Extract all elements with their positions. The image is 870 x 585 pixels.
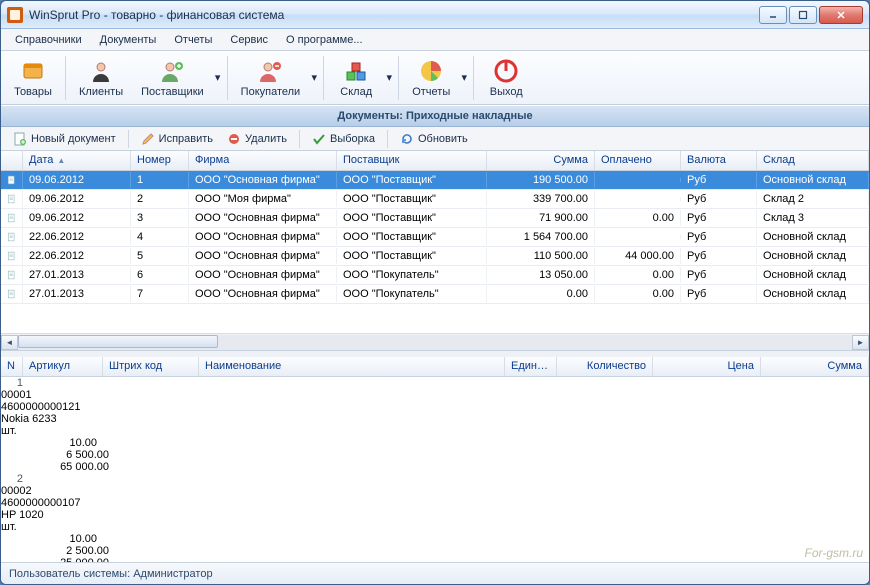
toolbar-goods[interactable]: Товары [5,53,61,103]
section-header: Документы: Приходные накладные [1,105,869,127]
maximize-button[interactable] [789,6,817,24]
dcol-qty[interactable]: Количество [557,357,653,376]
box-icon [20,58,46,84]
titlebar: WinSprut Pro - товарно - финансовая сист… [1,1,869,29]
scroll-right-icon[interactable]: ► [852,335,869,350]
col-firm[interactable]: Фирма [189,151,337,170]
toolbar-suppliers-dropdown[interactable]: ▾ [213,53,223,103]
document-icon [1,266,23,284]
menu-service[interactable]: Сервис [222,32,276,48]
action-filter[interactable]: Выборка [306,130,381,148]
table-row[interactable]: 27.01.20136ООО "Основная фирма"ООО "Поку… [1,266,869,285]
person-minus-icon [257,58,283,84]
delete-icon [227,132,241,146]
menu-references[interactable]: Справочники [7,32,90,48]
col-sum[interactable]: Сумма [487,151,595,170]
toolbar-reports-dropdown[interactable]: ▾ [459,53,469,103]
dcol-bar[interactable]: Штрих код [103,357,199,376]
detail-header: N Артикул Штрих код Наименование Единица… [1,357,869,377]
status-text: Пользователь системы: Администратор [9,568,213,580]
dcol-price[interactable]: Цена [653,357,761,376]
document-icon [1,190,23,208]
col-warehouse[interactable]: Склад [757,151,869,170]
refresh-icon [400,132,414,146]
person-plus-icon [159,58,185,84]
menubar: Справочники Документы Отчеты Сервис О пр… [1,29,869,51]
detail-body: 1000014600000000121Nokia 6233шт.10.006 5… [1,377,869,562]
action-new[interactable]: Новый документ [7,130,122,148]
toolbar-warehouse-dropdown[interactable]: ▾ [384,53,394,103]
col-number[interactable]: Номер [131,151,189,170]
window-title: WinSprut Pro - товарно - финансовая сист… [29,8,759,22]
actionbar: Новый документ Исправить Удалить Выборка… [1,127,869,151]
col-icon[interactable] [1,151,23,170]
action-edit[interactable]: Исправить [135,130,219,148]
pencil-icon [141,132,155,146]
action-refresh[interactable]: Обновить [394,130,474,148]
col-paid[interactable]: Оплачено [595,151,681,170]
toolbar: Товары Клиенты Поставщики ▾ Покупатели ▾ [1,51,869,105]
document-new-icon [13,132,27,146]
close-button[interactable] [819,6,863,24]
toolbar-warehouse[interactable]: Склад [328,53,384,103]
col-currency[interactable]: Валюта [681,151,757,170]
minimize-button[interactable] [759,6,787,24]
table-row[interactable]: 27.01.20137ООО "Основная фирма"ООО "Поку… [1,285,869,304]
scroll-thumb[interactable] [18,335,218,348]
menu-documents[interactable]: Документы [92,32,165,48]
app-icon [7,7,23,23]
document-icon [1,285,23,303]
dcol-unit[interactable]: Единица [505,357,557,376]
table-row[interactable]: 09.06.20122ООО "Моя фирма"ООО "Поставщик… [1,190,869,209]
table-row[interactable]: 09.06.20123ООО "Основная фирма"ООО "Пост… [1,209,869,228]
col-date[interactable]: Дата [23,151,131,170]
stack-icon [343,58,369,84]
list-item[interactable]: 2000024600000000107HP 1020шт.10.002 500.… [1,473,869,562]
col-supplier[interactable]: Поставщик [337,151,487,170]
app-window: WinSprut Pro - товарно - финансовая сист… [0,0,870,585]
menu-reports[interactable]: Отчеты [166,32,220,48]
list-item[interactable]: 1000014600000000121Nokia 6233шт.10.006 5… [1,377,869,473]
document-icon [1,228,23,246]
table-row[interactable]: 22.06.20124ООО "Основная фирма"ООО "Пост… [1,228,869,247]
toolbar-exit[interactable]: Выход [478,53,534,103]
document-icon [1,247,23,265]
toolbar-clients[interactable]: Клиенты [70,53,132,103]
scroll-left-icon[interactable]: ◄ [1,335,18,350]
statusbar: Пользователь системы: Администратор [1,562,869,584]
action-delete[interactable]: Удалить [221,130,293,148]
document-icon [1,171,23,189]
toolbar-suppliers[interactable]: Поставщики [132,53,213,103]
dcol-total[interactable]: Сумма [761,357,869,376]
grid-body: 09.06.20121ООО "Основная фирма"ООО "Пост… [1,171,869,304]
toolbar-buyers-dropdown[interactable]: ▾ [309,53,319,103]
grid-scrollbar[interactable]: ◄ ► [1,333,869,350]
table-row[interactable]: 22.06.20125ООО "Основная фирма"ООО "Пост… [1,247,869,266]
power-icon [493,58,519,84]
table-row[interactable]: 09.06.20121ООО "Основная фирма"ООО "Пост… [1,171,869,190]
dcol-name[interactable]: Наименование [199,357,505,376]
dcol-art[interactable]: Артикул [23,357,103,376]
document-icon [1,209,23,227]
toolbar-reports[interactable]: Отчеты [403,53,459,103]
menu-about[interactable]: О программе... [278,32,370,48]
toolbar-buyers[interactable]: Покупатели [232,53,310,103]
grid-header: Дата Номер Фирма Поставщик Сумма Оплачен… [1,151,869,171]
dcol-n[interactable]: N [1,357,23,376]
person-icon [88,58,114,84]
pie-icon [418,58,444,84]
check-icon [312,132,326,146]
